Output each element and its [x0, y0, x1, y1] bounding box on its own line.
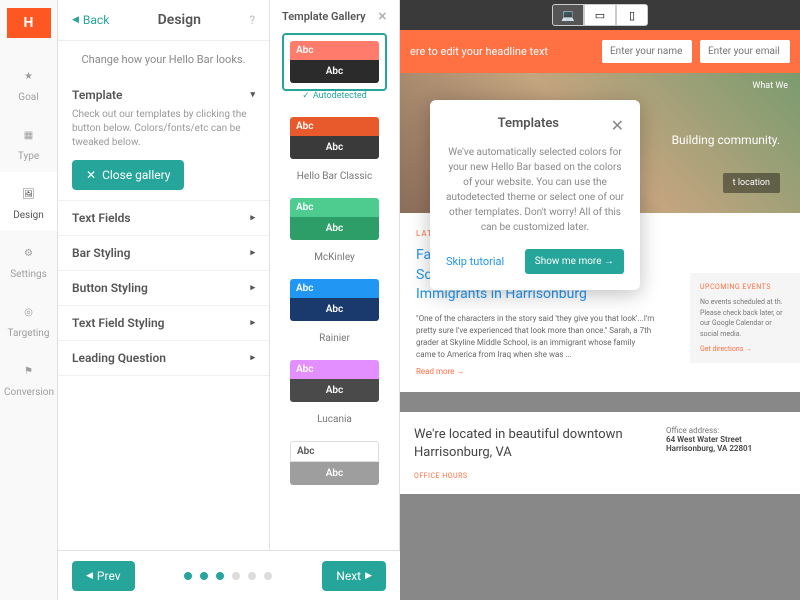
template-name: Rainier — [282, 333, 387, 344]
template-option[interactable]: AbcAbcMcKinley — [282, 190, 387, 263]
chevron-down-icon: ▾ — [250, 90, 255, 100]
device-toolbar: 💻 ▭ ▯ — [400, 0, 800, 30]
nav-targeting[interactable]: ◎Targeting — [0, 290, 57, 349]
step-dot[interactable] — [248, 572, 256, 580]
design-panel: ◀Back Design ? Change how your Hello Bar… — [58, 0, 270, 600]
chevron-right-icon: ▸ — [250, 353, 255, 363]
chevron-right-icon: ▸ — [250, 318, 255, 328]
nav-conversion[interactable]: ⚑Conversion — [0, 349, 57, 408]
template-name: McKinley — [282, 252, 387, 263]
target-icon: ◎ — [17, 300, 41, 324]
desktop-device-button[interactable]: 💻 — [552, 4, 584, 26]
location-section: We're located in beautiful downtown Harr… — [400, 412, 800, 494]
template-option[interactable]: AbcAbc✓Autodetected — [282, 33, 387, 101]
check-icon: ✓ — [302, 91, 310, 101]
section-text-field-styling[interactable]: Text Field Styling▸ — [72, 316, 255, 330]
directions-link: Get directions → — [700, 345, 790, 353]
template-option[interactable]: AbcAbc — [282, 433, 387, 493]
section-leading-question[interactable]: Leading Question▸ — [72, 351, 255, 365]
back-button[interactable]: ◀Back — [72, 13, 109, 27]
close-gallery-button[interactable]: ✕Close gallery — [72, 160, 184, 190]
nav-type[interactable]: ▦Type — [0, 113, 57, 172]
template-option[interactable]: AbcAbcRainier — [282, 271, 387, 344]
show-more-button[interactable]: Show me more → — [525, 249, 624, 274]
template-section-header[interactable]: Template▾ — [72, 88, 255, 102]
chevron-right-icon: ▸ — [250, 248, 255, 258]
step-dot[interactable] — [200, 572, 208, 580]
app-sidebar: H ★Goal▦Type🖼Design⚙Settings◎Targeting⚑C… — [0, 0, 58, 600]
tutorial-popup: Templates ✕ We've automatically selected… — [430, 100, 640, 290]
nav-goal[interactable]: ★Goal — [0, 54, 57, 113]
hours-label: OFFICE HOURS — [414, 472, 646, 480]
logo[interactable]: H — [7, 8, 51, 38]
step-dot[interactable] — [184, 572, 192, 580]
chevron-right-icon: ▶ — [365, 571, 372, 581]
events-sidebar: UPCOMING EVENTS No events scheduled at t… — [690, 273, 800, 363]
name-input[interactable] — [602, 40, 692, 63]
template-option[interactable]: AbcAbcHello Bar Classic — [282, 109, 387, 182]
help-icon[interactable]: ? — [249, 13, 255, 27]
gallery-title: Template Gallery — [282, 10, 366, 23]
skip-tutorial-link[interactable]: Skip tutorial — [446, 255, 504, 268]
prev-button[interactable]: ◀Prev — [72, 561, 135, 591]
section-text-fields[interactable]: Text Fields▸ — [72, 211, 255, 225]
next-button[interactable]: Next▶ — [322, 561, 386, 591]
hello-bar-preview: ere to edit your headline text — [400, 30, 800, 73]
sliders-icon: ⚙ — [17, 241, 41, 265]
popup-body: We've automatically selected colors for … — [446, 145, 624, 235]
wizard-footer: ◀Prev Next▶ — [58, 550, 400, 600]
template-description: Check out our templates by clicking the … — [72, 108, 255, 150]
template-name: Hello Bar Classic — [282, 171, 387, 182]
template-option[interactable]: AbcAbcLucania — [282, 352, 387, 425]
grid-icon: ▦ — [17, 123, 41, 147]
hero-tagline: Building community. — [672, 133, 780, 147]
step-dot[interactable] — [232, 572, 240, 580]
step-dot[interactable] — [216, 572, 224, 580]
image-icon: 🖼 — [17, 182, 41, 206]
site-preview: 💻 ▭ ▯ ere to edit your headline text Wha… — [400, 0, 800, 600]
panel-subtitle: Change how your Hello Bar looks. — [58, 41, 269, 78]
popup-title: Templates — [446, 116, 611, 135]
star-icon: ★ — [17, 64, 41, 88]
panel-title: Design — [109, 12, 249, 28]
read-more-link: Read more → — [416, 367, 784, 376]
close-icon: ✕ — [86, 168, 96, 182]
headline-text[interactable]: ere to edit your headline text — [410, 45, 594, 58]
tablet-device-button[interactable]: ▭ — [584, 4, 616, 26]
chevron-left-icon: ◀ — [72, 15, 79, 25]
section-bar-styling[interactable]: Bar Styling▸ — [72, 246, 255, 260]
section-button-styling[interactable]: Button Styling▸ — [72, 281, 255, 295]
chevron-right-icon: ▸ — [250, 213, 255, 223]
step-indicator — [184, 572, 272, 580]
template-name: Lucania — [282, 414, 387, 425]
nav-settings[interactable]: ⚙Settings — [0, 231, 57, 290]
close-icon[interactable]: ✕ — [378, 10, 387, 23]
location-title: We're located in beautiful downtown Harr… — [414, 426, 646, 462]
hero-button: t location — [723, 173, 780, 193]
step-dot[interactable] — [264, 572, 272, 580]
flag-icon: ⚑ — [17, 359, 41, 383]
mobile-device-button[interactable]: ▯ — [616, 4, 648, 26]
close-icon[interactable]: ✕ — [611, 116, 624, 135]
chevron-left-icon: ◀ — [86, 571, 93, 581]
email-input[interactable] — [700, 40, 790, 63]
template-gallery: Template Gallery ✕ AbcAbc✓AutodetectedAb… — [270, 0, 400, 600]
blog-excerpt: "One of the characters in the story said… — [416, 313, 656, 361]
events-label: UPCOMING EVENTS — [700, 283, 790, 291]
nav-design[interactable]: 🖼Design — [0, 172, 57, 231]
chevron-right-icon: ▸ — [250, 283, 255, 293]
autodetected-label: ✓Autodetected — [282, 91, 387, 101]
hero-nav: What We — [752, 81, 788, 91]
